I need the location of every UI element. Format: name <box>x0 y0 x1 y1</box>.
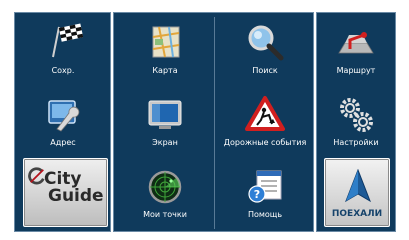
map-button[interactable]: Карта <box>119 17 211 87</box>
go-label: ПОЕХАЛИ <box>331 209 383 219</box>
screen-button[interactable]: Экран <box>119 89 211 159</box>
cityguide-logo-text: City Guide <box>36 171 104 205</box>
cityguide-button[interactable]: City Guide <box>23 158 108 227</box>
address-button[interactable]: Адрес <box>23 89 103 159</box>
road-events-button[interactable]: Дорожные события <box>219 89 311 159</box>
svg-text:?: ? <box>254 188 260 201</box>
settings-button[interactable]: Настройки <box>319 89 393 159</box>
route-label: Маршрут <box>336 66 376 75</box>
middle-panel: Карта Поиск Экран Дорожные события Мои т… <box>113 12 314 232</box>
cityguide-line2: Guide <box>48 186 104 206</box>
road-events-label: Дорожные события <box>223 138 307 147</box>
route-icon <box>338 32 374 54</box>
map-label: Карта <box>152 66 178 75</box>
right-panel: Маршрут Настройки ПОЕХАЛИ <box>316 12 396 232</box>
gears-icon <box>340 98 373 132</box>
checkered-flag-icon <box>52 23 83 58</box>
go-button[interactable]: ПОЕХАЛИ <box>324 158 390 227</box>
my-points-button[interactable]: Мои точки <box>119 161 211 231</box>
main-menu-screen: Сохр. Адрес City Guide Карта Поиск Экран… <box>0 0 409 240</box>
monitor-icon <box>148 100 182 129</box>
saved-label: Сохр. <box>51 66 75 75</box>
wrench-screen-icon <box>48 100 80 132</box>
middle-divider <box>214 17 215 229</box>
screen-label: Экран <box>152 138 178 147</box>
radar-icon <box>148 170 182 204</box>
help-label: Помощь <box>247 210 283 219</box>
help-button[interactable]: ? Помощь <box>219 161 311 231</box>
route-button[interactable]: Маршрут <box>319 17 393 87</box>
road-works-sign-icon <box>245 96 285 131</box>
address-label: Адрес <box>50 138 76 147</box>
map-icon <box>152 26 180 58</box>
my-points-label: Мои точки <box>143 210 187 219</box>
left-panel: Сохр. Адрес City Guide <box>14 12 111 232</box>
settings-label: Настройки <box>333 138 379 147</box>
magnifier-icon <box>248 25 284 61</box>
navigation-arrow-icon <box>345 169 371 203</box>
search-button[interactable]: Поиск <box>219 17 311 87</box>
help-window-icon: ? <box>248 170 282 203</box>
saved-button[interactable]: Сохр. <box>23 17 103 87</box>
search-label: Поиск <box>252 66 278 75</box>
